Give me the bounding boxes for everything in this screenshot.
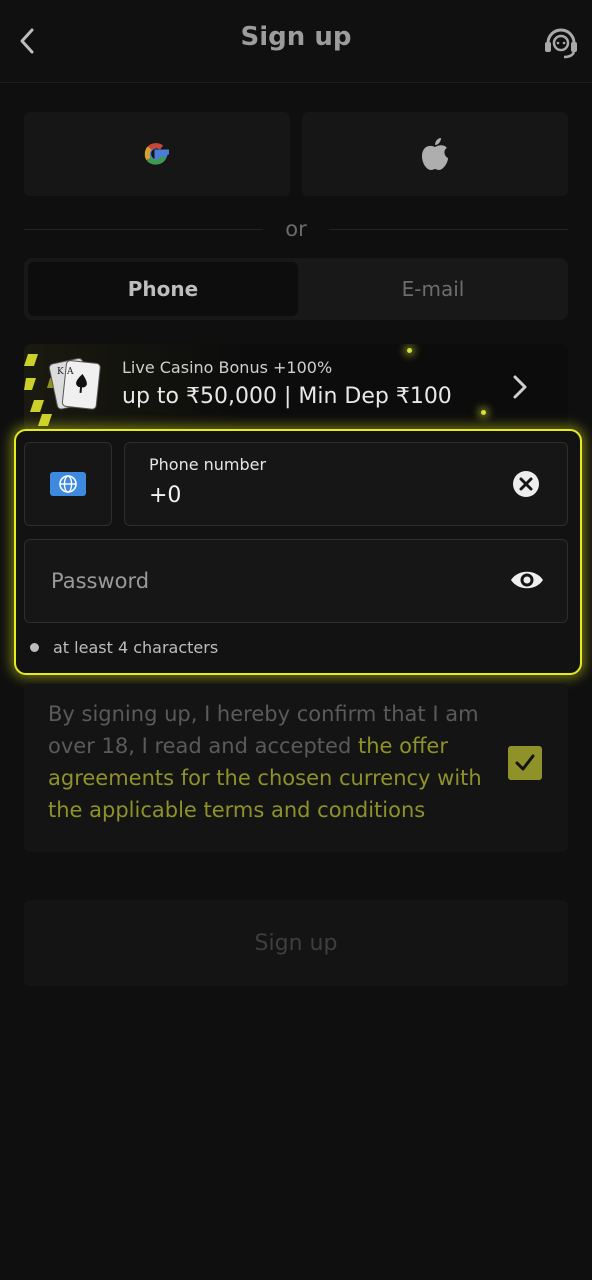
credentials-form: Phone number +0 at least 4 characters bbox=[14, 429, 582, 675]
svg-text:K: K bbox=[57, 367, 64, 377]
bonus-promo-banner[interactable]: K A Live Casino Bonus +100% up to ₹50,00… bbox=[24, 344, 568, 432]
tab-email[interactable]: E-mail bbox=[298, 258, 568, 320]
signup-method-tabs: Phone E-mail bbox=[24, 258, 568, 320]
agreement-text: By signing up, I hereby confirm that I a… bbox=[48, 698, 508, 826]
agreement-checkbox[interactable] bbox=[508, 746, 542, 780]
promo-title: Live Casino Bonus +100% bbox=[122, 358, 333, 377]
phone-number-input[interactable]: +0 bbox=[149, 483, 181, 508]
divider-line-right bbox=[328, 228, 569, 230]
promo-sparkle bbox=[407, 348, 412, 353]
chevron-right-icon bbox=[513, 375, 527, 399]
apple-icon bbox=[422, 138, 448, 170]
apple-signup-button[interactable] bbox=[302, 112, 568, 196]
google-icon bbox=[144, 143, 169, 165]
country-code-selector[interactable] bbox=[24, 442, 112, 526]
svg-text:A: A bbox=[66, 367, 74, 377]
password-hint: at least 4 characters bbox=[30, 638, 218, 657]
social-signup-row bbox=[24, 112, 568, 196]
headset-support-icon bbox=[545, 28, 577, 59]
globe-icon bbox=[59, 475, 77, 493]
hint-bullet bbox=[30, 643, 39, 652]
promo-sparkle bbox=[481, 410, 486, 415]
app-header: Sign up bbox=[0, 0, 592, 83]
playing-cards-icon: K A bbox=[24, 354, 101, 426]
or-label: or bbox=[285, 217, 307, 241]
promo-subtitle: up to ₹50,000 | Min Dep ₹100 bbox=[122, 384, 452, 409]
globe-flag-chip bbox=[50, 472, 86, 496]
clear-circle-icon[interactable] bbox=[511, 469, 541, 499]
agreement-section: By signing up, I hereby confirm that I a… bbox=[24, 684, 568, 852]
password-input[interactable] bbox=[49, 540, 483, 622]
password-hint-text: at least 4 characters bbox=[53, 638, 219, 657]
password-field[interactable] bbox=[24, 539, 568, 623]
eye-icon[interactable] bbox=[509, 564, 545, 596]
or-divider: or bbox=[24, 210, 569, 248]
checkmark-icon bbox=[515, 754, 535, 771]
page-title: Sign up bbox=[240, 22, 352, 52]
google-signup-button[interactable] bbox=[24, 112, 290, 196]
signup-button[interactable]: Sign up bbox=[24, 900, 568, 986]
phone-number-field[interactable]: Phone number +0 bbox=[124, 442, 568, 526]
divider-line-left bbox=[24, 228, 264, 230]
support-button[interactable] bbox=[542, 24, 580, 60]
tab-phone[interactable]: Phone bbox=[28, 262, 298, 316]
phone-number-label: Phone number bbox=[149, 455, 267, 474]
